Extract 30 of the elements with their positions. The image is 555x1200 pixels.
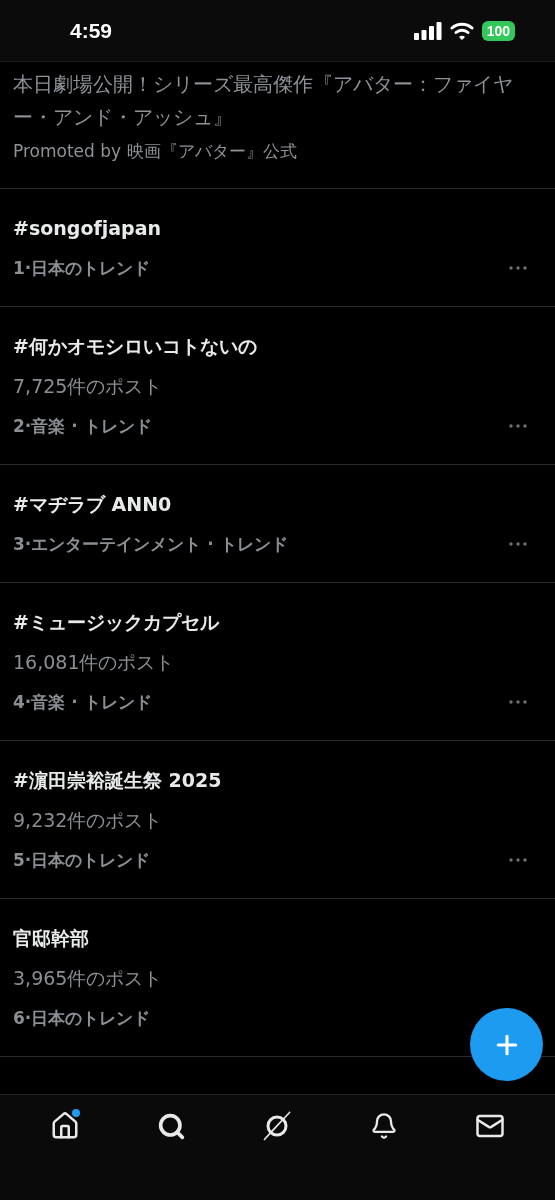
trend-title[interactable]: 官邸幹部 (13, 918, 539, 958)
trend-title[interactable]: #songofjapan (13, 208, 539, 248)
trend-category: 6·日本のトレンド (13, 1007, 151, 1030)
trend-category: 1·日本のトレンド (13, 257, 151, 280)
promoted-by: Promoted by 映画『アバター』公式 (13, 140, 298, 163)
home-icon (50, 1111, 81, 1141)
more-icon[interactable] (509, 858, 527, 862)
trend-category: 2·音楽 · トレンド (13, 415, 152, 438)
trend-category: 5·日本のトレンド (13, 849, 151, 872)
trend-title[interactable]: #濵田崇裕誕生祭 2025 (13, 760, 539, 800)
post-count: 16,081件のポスト (13, 650, 176, 675)
signal-icon (413, 21, 442, 40)
more-icon[interactable] (509, 266, 527, 270)
post-count: 9,232件のポスト (13, 808, 164, 833)
trend-title[interactable]: #何かオモシロいコトないの (13, 326, 539, 366)
trend-title[interactable]: #マヂラブ ANN0 (13, 484, 539, 524)
post-count: 3,965件のポスト (13, 966, 164, 991)
more-icon[interactable] (509, 700, 527, 704)
trend-category: 4·音楽 · トレンド (13, 691, 152, 714)
status-time: 4:59 (70, 18, 113, 43)
post-count: 7,725件のポスト (13, 374, 164, 399)
more-icon[interactable] (509, 542, 527, 546)
search-icon (156, 1111, 186, 1141)
trend-title[interactable]: #ミュージックカプセル (13, 602, 539, 642)
trend-category: 3·エンターテインメント · トレンド (13, 533, 288, 556)
bell-icon (369, 1112, 398, 1140)
battery-level: 100 (481, 20, 515, 41)
promo-text: 本日劇場公開！シリーズ最高傑作『アバター：ファイヤー・アンド・アッシュ』 (13, 71, 514, 131)
wifi-icon (449, 21, 474, 40)
more-icon[interactable] (509, 424, 527, 428)
